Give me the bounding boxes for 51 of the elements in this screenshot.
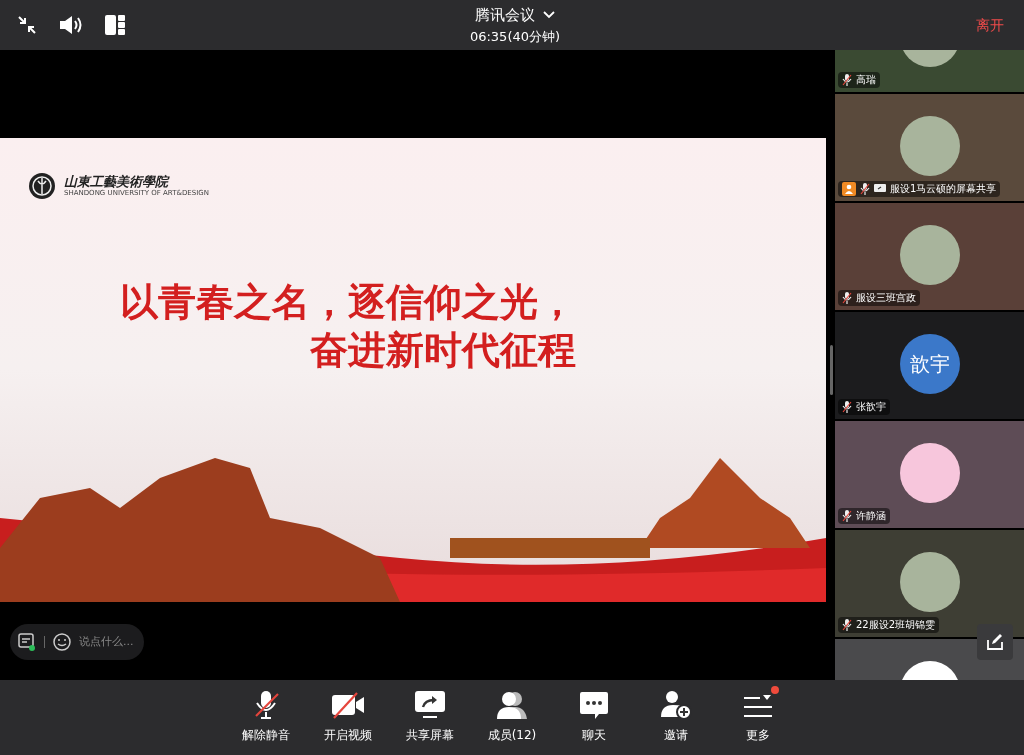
participant-tile[interactable]: 22服设2班胡锦雯 <box>835 530 1024 637</box>
microphone-icon <box>842 292 852 304</box>
edit-button[interactable] <box>977 624 1013 660</box>
meeting-duration: 06:35(40分钟) <box>469 27 561 46</box>
participant-tile[interactable]: 服设三班宫政 <box>835 203 1024 310</box>
layout-icon[interactable] <box>104 14 126 36</box>
avatar: 歆宇 <box>899 334 960 394</box>
toolbar-button[interactable]: 开启视频 <box>317 690 379 755</box>
emoji-icon[interactable] <box>53 633 71 651</box>
participant-tile[interactable]: 服设1马云硕的屏幕共享 <box>835 94 1024 201</box>
toolbar-button[interactable]: 邀请 <box>645 690 707 755</box>
participant-name: 高瑞 <box>856 73 876 87</box>
microphone-icon <box>842 74 852 86</box>
edit-icon <box>985 632 1005 652</box>
university-logo-icon <box>28 172 56 200</box>
host-badge-icon <box>842 182 856 196</box>
chevron-down-icon[interactable] <box>543 11 555 20</box>
share-screen-icon <box>414 690 446 720</box>
participant-name: 服设三班宫政 <box>856 291 916 305</box>
meeting-title[interactable]: 腾讯会议 <box>475 4 535 27</box>
participant-tile[interactable]: 许静涵 <box>835 421 1024 528</box>
microphone-icon <box>842 401 852 413</box>
participant-tile[interactable]: 歆宇 张歆宇 <box>835 312 1024 419</box>
microphone-icon <box>860 183 870 195</box>
microphone-icon <box>842 510 852 522</box>
scrollbar-thumb[interactable] <box>830 345 833 395</box>
toolbar-button[interactable]: 解除静音 <box>235 690 297 755</box>
add-person-icon <box>660 690 692 720</box>
speaker-icon[interactable] <box>58 14 84 36</box>
toolbar-button[interactable]: 共享屏幕 <box>399 690 461 755</box>
university-name: 山東工藝美術學院 <box>64 175 170 188</box>
participant-tile[interactable]: 高瑞 <box>835 50 1024 92</box>
caption-icon[interactable] <box>18 633 36 651</box>
participant-name: 服设1马云硕的屏幕共享 <box>890 182 997 196</box>
toolbar-button[interactable]: 聊天 <box>563 690 625 755</box>
slide-headline: 奋进新时代征程 <box>310 327 576 374</box>
toolbar-button[interactable]: 成员(12) <box>481 690 543 755</box>
slide-headline: 以青春之名，逐信仰之光， <box>120 279 576 326</box>
microphone-icon <box>842 619 852 631</box>
screen-share-icon <box>874 184 886 194</box>
exit-fullscreen-icon[interactable] <box>16 14 38 36</box>
camera-off-icon <box>331 690 365 720</box>
chat-icon <box>579 690 609 720</box>
participant-name: 许静涵 <box>856 509 886 523</box>
participant-name: 张歆宇 <box>856 400 886 414</box>
members-icon <box>495 690 529 720</box>
participant-name: 22服设2班胡锦雯 <box>856 618 936 632</box>
toolbar-button[interactable]: 更多 <box>727 690 789 755</box>
leave-button[interactable]: 离开 <box>976 14 1004 36</box>
chat-input-field[interactable]: 说点什么... <box>10 624 144 660</box>
chat-placeholder: 说点什么... <box>79 633 134 650</box>
